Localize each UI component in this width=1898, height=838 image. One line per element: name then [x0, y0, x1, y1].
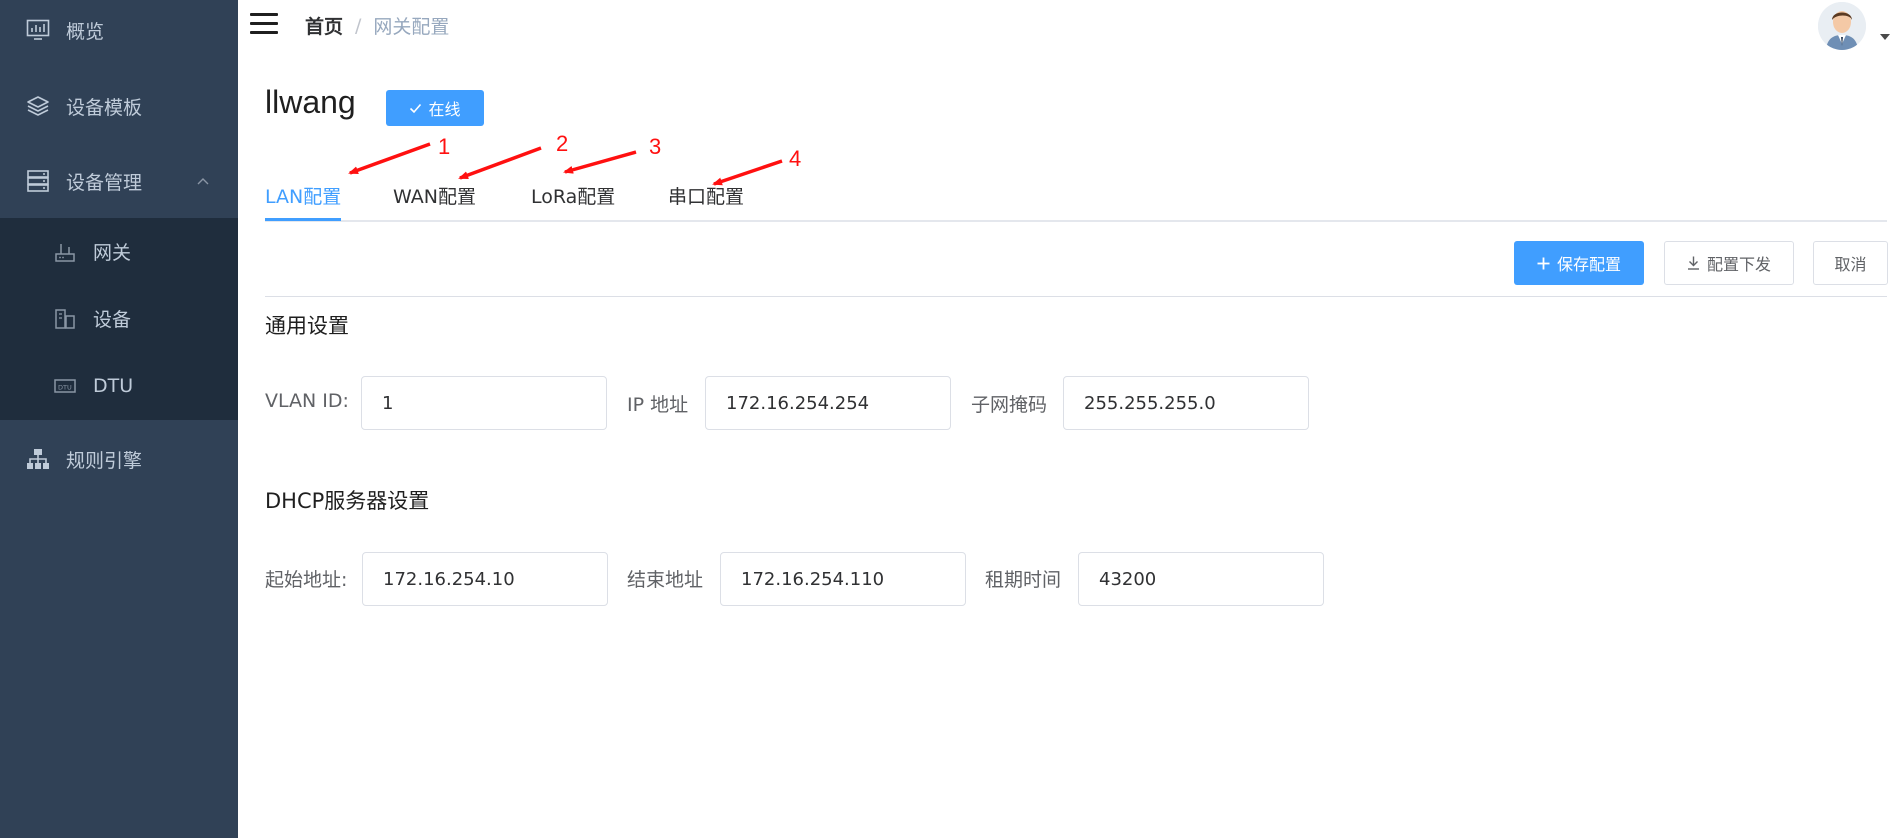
active-tab-indicator	[265, 218, 341, 221]
deploy-config-button[interactable]: 配置下发	[1664, 241, 1794, 285]
annotation-number-2: 2	[556, 131, 569, 156]
check-icon	[410, 103, 422, 113]
lease-time-input[interactable]	[1078, 552, 1324, 606]
sidebar-subitem-label: DTU	[93, 374, 134, 397]
ip-address-input[interactable]	[705, 376, 951, 430]
sidebar-item-device-management[interactable]: 设备管理	[0, 143, 238, 219]
cancel-button[interactable]: 取消	[1813, 241, 1888, 285]
sidebar-submenu: 网关 设备 DTU DTU	[0, 218, 238, 420]
annotation-number-3: 3	[649, 134, 662, 159]
status-label: 在线	[428, 100, 461, 119]
sidebar-item-label: 设备管理	[66, 171, 143, 194]
vlan-id-label: VLAN ID:	[265, 390, 349, 412]
avatar-dropdown-caret-icon[interactable]	[1880, 34, 1890, 40]
breadcrumb: 首页 / 网关配置	[305, 12, 449, 39]
sidebar-item-device-template[interactable]: 设备模板	[0, 68, 238, 144]
end-address-input[interactable]	[720, 552, 966, 606]
save-config-button[interactable]: 保存配置	[1514, 241, 1644, 285]
sidebar-item-rule-engine[interactable]: 规则引擎	[0, 421, 238, 497]
sidebar-subitem-gateway[interactable]: 网关	[0, 218, 238, 285]
annotation-arrow-3	[563, 150, 637, 174]
sidebar-item-overview[interactable]: 概览	[0, 0, 238, 68]
dtu-icon: DTU	[53, 374, 77, 398]
sidebar: 概览 设备模板 设备管理 网关 设备 DTU DTU 规则引擎	[0, 0, 238, 838]
layers-icon	[26, 94, 50, 118]
page-title: llwang	[265, 84, 356, 120]
subnet-mask-label: 子网掩码	[971, 394, 1048, 416]
sidebar-item-label: 设备模板	[66, 96, 143, 119]
tab-lan-config[interactable]: LAN配置	[265, 182, 341, 209]
sidebar-subitem-dtu[interactable]: DTU DTU	[0, 352, 238, 419]
download-icon	[1687, 256, 1700, 270]
tab-serial-config[interactable]: 串口配置	[668, 182, 744, 209]
tab-wan-config[interactable]: WAN配置	[393, 182, 476, 209]
server-icon	[26, 169, 50, 193]
annotation-number-1: 1	[438, 134, 451, 159]
sidebar-subitem-label: 网关	[93, 242, 132, 264]
annotation-arrow-1	[348, 142, 431, 175]
sidebar-subitem-label: 设备	[93, 309, 132, 331]
config-tabs: LAN配置 WAN配置 LoRa配置 串口配置	[265, 170, 1887, 222]
breadcrumb-current: 网关配置	[373, 16, 450, 38]
online-status-button[interactable]: 在线	[386, 90, 484, 126]
svg-text:DTU: DTU	[58, 383, 72, 391]
end-address-label: 结束地址	[627, 569, 704, 591]
sidebar-item-label: 规则引擎	[66, 449, 143, 472]
vlan-id-input[interactable]	[361, 376, 607, 430]
deploy-config-label: 配置下发	[1706, 255, 1771, 274]
dhcp-settings-title: DHCP服务器设置	[265, 489, 430, 513]
lease-time-label: 租期时间	[985, 569, 1062, 591]
sitemap-icon	[26, 447, 50, 471]
breadcrumb-home[interactable]: 首页	[305, 12, 343, 39]
hamburger-menu-button[interactable]	[250, 12, 280, 38]
tab-lora-config[interactable]: LoRa配置	[531, 182, 615, 209]
subnet-mask-input[interactable]	[1063, 376, 1309, 430]
cancel-label: 取消	[1834, 255, 1867, 274]
chevron-up-icon	[196, 174, 210, 188]
chart-monitor-icon	[26, 18, 50, 42]
device-icon	[53, 307, 77, 331]
general-settings-title: 通用设置	[265, 314, 349, 338]
router-icon	[53, 240, 77, 264]
start-address-label: 起始地址:	[265, 569, 348, 591]
sidebar-subitem-device[interactable]: 设备	[0, 285, 238, 352]
annotation-number-4: 4	[789, 146, 802, 171]
save-config-label: 保存配置	[1556, 255, 1621, 274]
plus-icon	[1537, 257, 1550, 270]
breadcrumb-separator: /	[355, 14, 362, 37]
start-address-input[interactable]	[362, 552, 608, 606]
toolbar-divider	[265, 296, 1887, 297]
ip-address-label: IP 地址	[627, 394, 689, 416]
avatar[interactable]	[1818, 2, 1866, 50]
sidebar-item-label: 概览	[66, 20, 105, 43]
